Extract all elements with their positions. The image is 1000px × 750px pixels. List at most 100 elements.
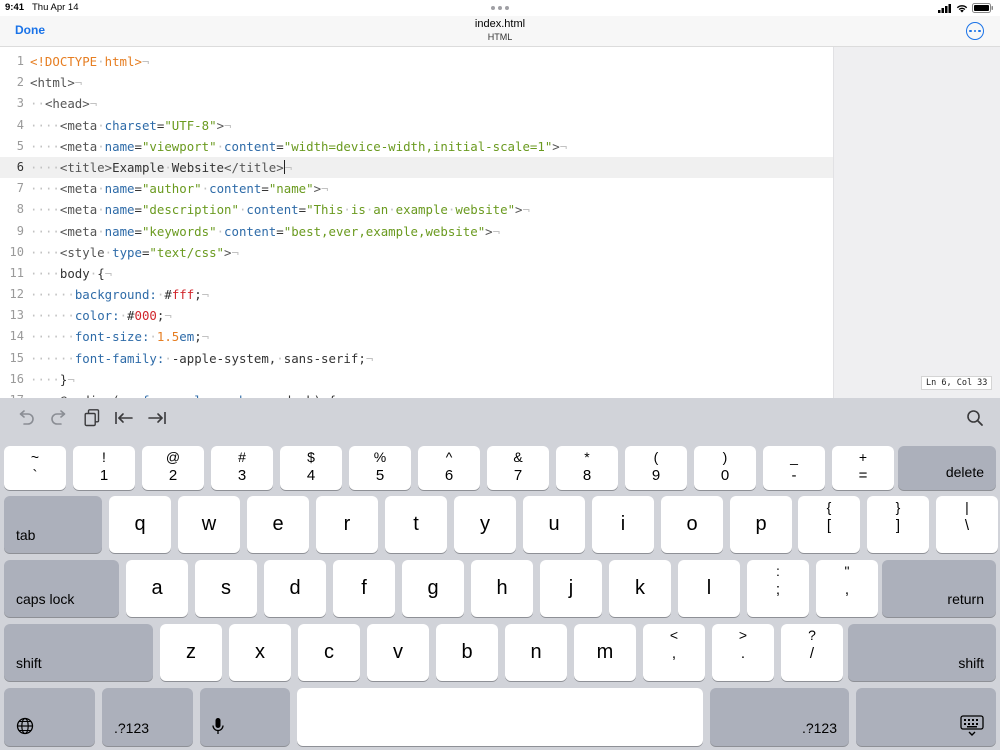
key-b[interactable]: b [436, 624, 498, 681]
key-s[interactable]: s [195, 560, 257, 617]
key-symbol[interactable]: _ - [763, 446, 825, 490]
numbers-key-left[interactable]: .?123 [102, 688, 193, 746]
key-u[interactable]: u [523, 496, 585, 553]
key-q[interactable]: q [109, 496, 171, 553]
keyboard-dismiss-key[interactable] [856, 688, 996, 746]
code-line[interactable]: 6 ····<title>Example·Website</title>¬ [0, 156, 833, 179]
key-symbol[interactable]: ", [816, 560, 878, 617]
key-n[interactable]: n [505, 624, 567, 681]
code-line[interactable]: 15 ······font-family:·-apple-system,·sans… [0, 348, 833, 369]
return-key[interactable]: return [882, 560, 996, 617]
indent-right-icon[interactable] [147, 408, 167, 428]
code-text[interactable]: ····<style·type="text/css">¬ [30, 242, 239, 263]
code-editor[interactable]: 1 <!DOCTYPE·html>¬ 2 <html>¬ 3 ··<head>¬ 4 ····… [0, 47, 1000, 398]
code-line[interactable]: 13 ······color:·#000;¬ [0, 305, 833, 326]
code-text[interactable]: ····<meta·name="author"·content="name">¬ [30, 178, 329, 199]
key-h[interactable]: h [471, 560, 533, 617]
delete-key[interactable]: delete [898, 446, 996, 490]
code-text[interactable]: ····<meta·name="viewport"·content="width… [30, 136, 567, 157]
magnifier-icon[interactable] [965, 408, 985, 428]
key-symbol[interactable]: @2 [142, 446, 204, 490]
key-symbol[interactable]: & 7 [487, 446, 549, 490]
key-symbol[interactable]: (9 [625, 446, 687, 490]
key-symbol[interactable]: ^ 6 [418, 446, 480, 490]
code-text[interactable]: ····}¬ [30, 369, 75, 390]
key-symbol[interactable]: {[ [798, 496, 860, 553]
key-symbol[interactable]: <, [643, 624, 705, 681]
code-text[interactable]: ····<meta·charset="UTF-8">¬ [30, 115, 232, 136]
shift-right-key[interactable]: shift [848, 624, 996, 681]
key-l[interactable]: l [678, 560, 740, 617]
code-line[interactable]: 10 ····<style·type="text/css">¬ [0, 242, 833, 263]
key-symbol[interactable]: ? / [781, 624, 843, 681]
tab-key[interactable]: tab [4, 496, 102, 553]
code-line[interactable]: 7 ····<meta·name="author"·content="name">… [0, 178, 833, 199]
code-line[interactable]: 12 ······background:·#fff;¬ [0, 284, 833, 305]
key-m[interactable]: m [574, 624, 636, 681]
redo-icon[interactable] [49, 408, 69, 428]
ellipsis-circle-icon[interactable] [966, 22, 984, 40]
code-text[interactable]: ····<title>Example·Website</title>¬ [30, 157, 292, 178]
key-symbol[interactable]: >. [712, 624, 774, 681]
key-symbol[interactable]: $4 [280, 446, 342, 490]
code-text[interactable]: ····body·{¬ [30, 263, 112, 284]
key-i[interactable]: i [592, 496, 654, 553]
code-line[interactable]: 5 ····<meta·name="viewport"·content="widt… [0, 136, 833, 157]
code-line[interactable]: 16 ····}¬ [0, 369, 833, 390]
key-p[interactable]: p [730, 496, 792, 553]
key-symbol[interactable]: | \ [936, 496, 998, 553]
key-w[interactable]: w [178, 496, 240, 553]
undo-icon[interactable] [16, 408, 36, 428]
code-line[interactable]: 9 ····<meta·name="keywords"·content="best… [0, 221, 833, 242]
code-lines[interactable]: 1 <!DOCTYPE·html>¬ 2 <html>¬ 3 ··<head>¬ 4 ····… [0, 51, 833, 398]
code-text[interactable]: <html>¬ [30, 72, 82, 93]
shift-left-key[interactable]: shift [4, 624, 153, 681]
key-e[interactable]: e [247, 496, 309, 553]
code-line[interactable]: 1 <!DOCTYPE·html>¬ [0, 51, 833, 72]
key-d[interactable]: d [264, 560, 326, 617]
key-r[interactable]: r [316, 496, 378, 553]
code-text[interactable]: ····<meta·name="keywords"·content="best,… [30, 221, 500, 242]
dictation-key[interactable] [200, 688, 290, 746]
key-symbol[interactable]: }] [867, 496, 929, 553]
code-text[interactable]: ······font-size:·1.5em;¬ [30, 326, 209, 347]
key-t[interactable]: t [385, 496, 447, 553]
key-symbol[interactable]: + = [832, 446, 894, 490]
code-text[interactable]: ······font-family:·-apple-system,·sans-s… [30, 348, 373, 369]
key-v[interactable]: v [367, 624, 429, 681]
code-line[interactable]: 14 ······font-size:·1.5em;¬ [0, 326, 833, 347]
code-text[interactable]: ····<meta·name="description"·content="Th… [30, 199, 530, 220]
code-line[interactable]: 2 <html>¬ [0, 72, 833, 93]
key-c[interactable]: c [298, 624, 360, 681]
code-line[interactable]: 4 ····<meta·charset="UTF-8">¬ [0, 115, 833, 136]
code-text[interactable]: <!DOCTYPE·html>¬ [30, 51, 149, 72]
code-text[interactable]: ····@media·(prefers-color-scheme:·dark)·… [30, 390, 343, 398]
key-f[interactable]: f [333, 560, 395, 617]
key-symbol[interactable]: * 8 [556, 446, 618, 490]
code-text[interactable]: ··<head>¬ [30, 93, 97, 114]
multitasking-dots-icon[interactable] [491, 6, 509, 10]
code-text[interactable]: ······color:·#000;¬ [30, 305, 172, 326]
caps-lock-key[interactable]: caps lock [4, 560, 119, 617]
key-symbol[interactable]: % 5 [349, 446, 411, 490]
globe-key[interactable] [4, 688, 95, 746]
code-line[interactable]: 3 ··<head>¬ [0, 93, 833, 114]
key-z[interactable]: z [160, 624, 222, 681]
clipboard-icon[interactable] [82, 408, 102, 428]
code-text[interactable]: ······background:·#fff;¬ [30, 284, 209, 305]
key-backtick[interactable]: ~ ` [4, 446, 66, 490]
key-g[interactable]: g [402, 560, 464, 617]
space-bar[interactable] [297, 688, 703, 746]
key-k[interactable]: k [609, 560, 671, 617]
code-line[interactable]: 11 ····body·{¬ [0, 263, 833, 284]
key-symbol[interactable]: ) 0 [694, 446, 756, 490]
key-symbol[interactable]: ! 1 [73, 446, 135, 490]
key-j[interactable]: j [540, 560, 602, 617]
key-a[interactable]: a [126, 560, 188, 617]
code-line[interactable]: 17 ····@media·(prefers-color-scheme:·dark… [0, 390, 833, 398]
indent-left-icon[interactable] [114, 408, 134, 428]
code-line[interactable]: 8 ····<meta·name="description"·content="T… [0, 199, 833, 220]
numbers-key-right[interactable]: .?123 [710, 688, 849, 746]
key-symbol[interactable]: #3 [211, 446, 273, 490]
key-x[interactable]: x [229, 624, 291, 681]
